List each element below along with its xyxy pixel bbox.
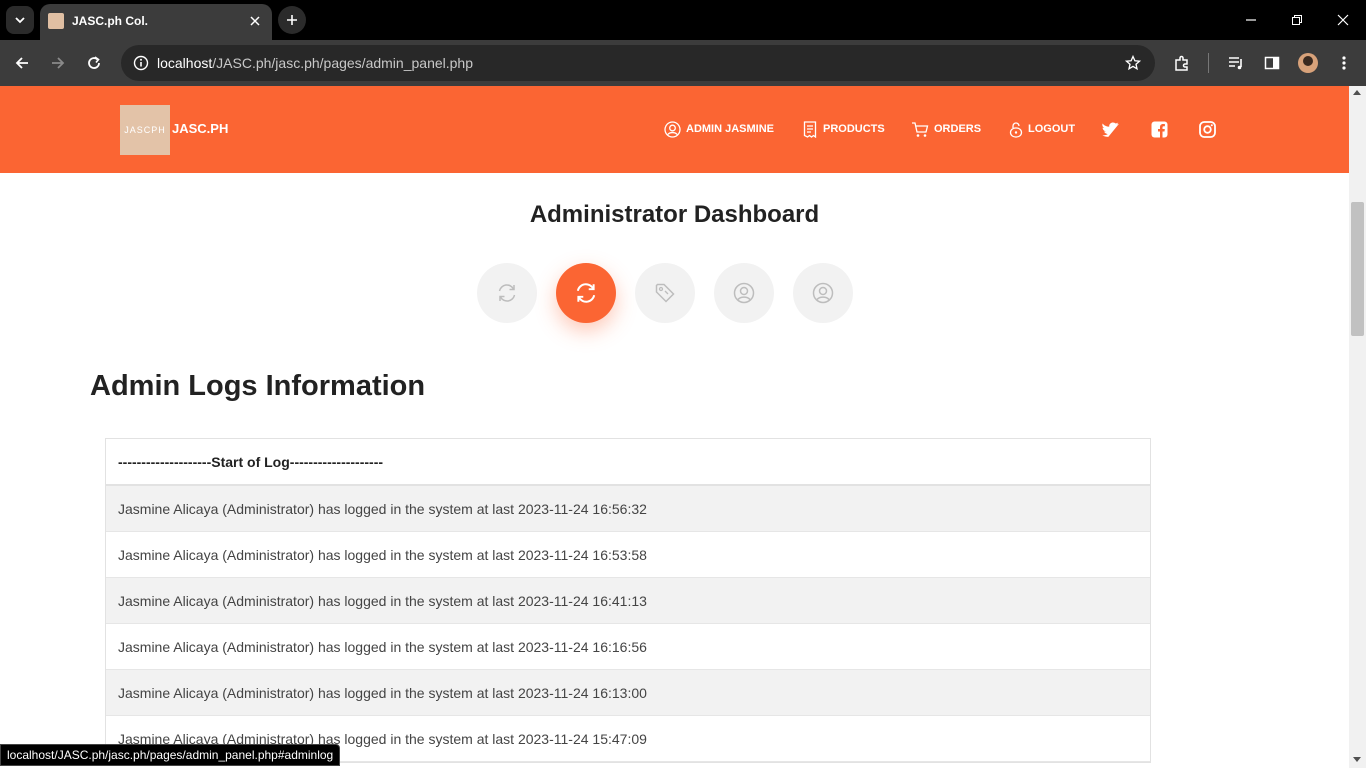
minimize-icon — [1246, 19, 1256, 21]
more-vertical-icon — [1342, 56, 1346, 70]
close-icon — [1337, 14, 1349, 26]
dashboard-button-2-active[interactable] — [556, 263, 616, 323]
url-host: localhost — [157, 55, 213, 71]
address-bar[interactable]: localhost/JASC.ph/jasc.ph/pages/admin_pa… — [121, 45, 1155, 81]
link-status-bubble: localhost/JASC.ph/jasc.ph/pages/admin_pa… — [0, 744, 341, 766]
log-entry: Jasmine Alicaya (Administrator) has logg… — [106, 670, 1150, 716]
site-logo[interactable]: JASCPH — [120, 105, 170, 155]
brand-name[interactable]: JASC.PH — [172, 121, 228, 136]
arrow-left-icon — [15, 57, 28, 69]
user-circle-icon — [733, 282, 755, 304]
restore-icon — [1292, 15, 1302, 25]
log-entry: Jasmine Alicaya (Administrator) has logg… — [106, 624, 1150, 670]
logo-text: JASCPH — [124, 125, 166, 135]
log-header: --------------------Start of Log--------… — [106, 439, 1150, 486]
page-viewport: JASCPH JASC.PH ADMIN JASMINE PRODUCTS OR… — [0, 86, 1366, 768]
url-path: /JASC.ph/jasc.ph/pages/admin_panel.php — [212, 55, 473, 71]
refresh-icon — [498, 284, 516, 302]
facebook-icon — [1151, 121, 1167, 138]
twitter-link[interactable] — [1101, 119, 1121, 139]
new-tab-button[interactable] — [278, 6, 306, 34]
close-icon — [250, 16, 260, 26]
plus-icon — [287, 15, 297, 25]
cart-icon — [912, 121, 929, 137]
reload-icon — [88, 56, 100, 69]
receipt-icon — [803, 120, 817, 138]
site-navbar: JASCPH JASC.PH ADMIN JASMINE PRODUCTS OR… — [0, 86, 1349, 173]
side-panel-button[interactable] — [1258, 49, 1286, 77]
section-title: Admin Logs Information — [90, 370, 426, 402]
instagram-link[interactable] — [1197, 119, 1217, 139]
tab-title: JASC.ph Col. — [72, 14, 149, 28]
close-window-button[interactable] — [1325, 6, 1361, 34]
bookmark-button[interactable] — [1123, 53, 1143, 73]
arrow-right-icon — [52, 57, 65, 69]
scroll-up-arrow-icon[interactable] — [1353, 90, 1361, 95]
favicon-icon — [48, 13, 64, 29]
nav-products[interactable]: PRODUCTS — [802, 119, 885, 139]
nav-logout-label: LOGOUT — [1028, 123, 1076, 135]
tag-icon — [655, 283, 675, 303]
forward-button[interactable] — [44, 49, 72, 77]
log-entry: Jasmine Alicaya (Administrator) has logg… — [106, 486, 1150, 532]
minimize-button[interactable] — [1233, 6, 1269, 34]
url-text: localhost/JASC.ph/jasc.ph/pages/admin_pa… — [157, 55, 473, 71]
browser-title-bar: JASC.ph Col. — [0, 0, 1366, 40]
star-icon — [1125, 55, 1141, 71]
dashboard-button-3[interactable] — [635, 263, 695, 323]
log-entry: Jasmine Alicaya (Administrator) has logg… — [106, 532, 1150, 578]
info-icon — [133, 55, 149, 71]
nav-products-label: PRODUCTS — [823, 123, 885, 135]
side-panel-icon — [1264, 56, 1280, 70]
tab-close-button[interactable] — [246, 12, 264, 30]
refresh-icon — [576, 283, 596, 303]
lock-icon — [1009, 121, 1023, 138]
back-button[interactable] — [8, 49, 36, 77]
facebook-link[interactable] — [1149, 119, 1169, 139]
restore-button[interactable] — [1279, 6, 1315, 34]
dashboard-title: Administrator Dashboard — [529, 201, 820, 228]
scroll-down-arrow-icon[interactable] — [1353, 757, 1361, 762]
puzzle-icon — [1175, 55, 1188, 71]
nav-admin-label: ADMIN JASMINE — [686, 123, 775, 135]
dashboard-button-4[interactable] — [714, 263, 774, 323]
scroll-thumb[interactable] — [1351, 202, 1364, 336]
twitter-icon — [1102, 121, 1119, 137]
music-queue-icon — [1229, 57, 1242, 70]
profile-avatar[interactable] — [1298, 53, 1318, 73]
log-entry: Jasmine Alicaya (Administrator) has logg… — [106, 578, 1150, 624]
nav-admin-profile[interactable]: ADMIN JASMINE — [664, 119, 774, 139]
user-circle-icon — [664, 120, 681, 138]
nav-orders-label: ORDERS — [934, 123, 982, 135]
browser-menu-button[interactable] — [1330, 49, 1358, 77]
toolbar-divider — [1208, 53, 1209, 73]
site-info-button[interactable] — [131, 53, 151, 73]
chevron-down-icon — [15, 17, 25, 24]
instagram-icon — [1198, 120, 1216, 138]
admin-log-table: --------------------Start of Log--------… — [105, 438, 1151, 763]
nav-logout[interactable]: LOGOUT — [1009, 119, 1075, 139]
log-body: Jasmine Alicaya (Administrator) has logg… — [106, 486, 1150, 762]
dashboard-button-1[interactable] — [477, 263, 537, 323]
page-scrollbar[interactable] — [1349, 86, 1366, 768]
dashboard-button-5[interactable] — [793, 263, 853, 323]
reload-button[interactable] — [80, 49, 108, 77]
media-control-button[interactable] — [1222, 49, 1250, 77]
browser-tab[interactable]: JASC.ph Col. — [40, 4, 272, 40]
user-circle-icon — [812, 282, 834, 304]
tab-search-button[interactable] — [6, 6, 34, 34]
nav-orders[interactable]: ORDERS — [911, 119, 981, 139]
extensions-button[interactable] — [1168, 49, 1196, 77]
